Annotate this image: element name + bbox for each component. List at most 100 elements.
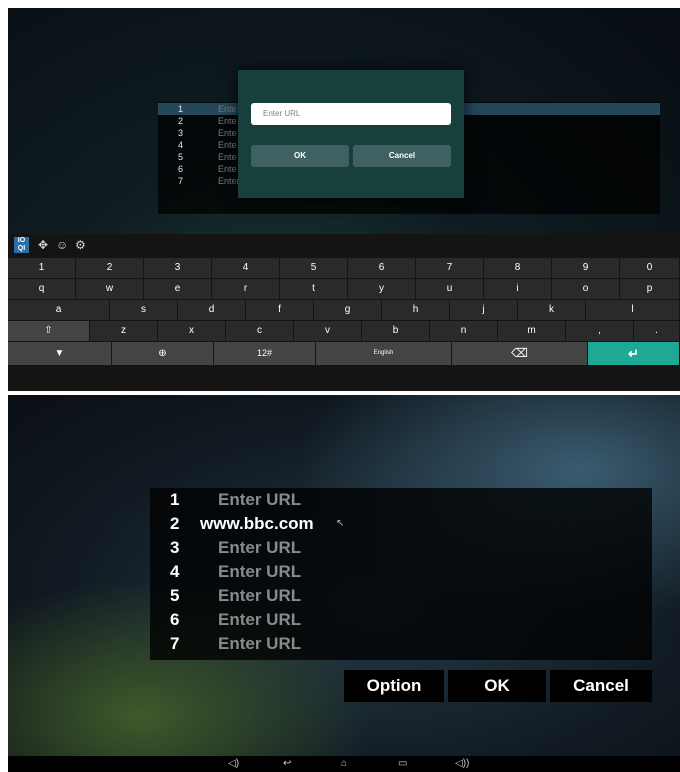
- volume-up-icon[interactable]: ◁)): [455, 757, 469, 771]
- key-3[interactable]: 3: [144, 258, 212, 278]
- keyboard-toolbar: IO QI ✥ ☺ ⚙: [8, 234, 680, 257]
- list-number: 2: [178, 116, 184, 126]
- list-text: Ente: [218, 116, 237, 126]
- back-icon[interactable]: ↩: [283, 757, 291, 771]
- list-text: Enter URL: [218, 586, 302, 605]
- key-y[interactable]: y: [348, 279, 416, 299]
- mouse-cursor-icon: ↖: [336, 518, 345, 529]
- key-f[interactable]: f: [246, 300, 314, 320]
- list-number: 4: [170, 562, 180, 581]
- list-number: 3: [170, 538, 180, 557]
- backspace-key[interactable]: ⌫: [452, 342, 588, 365]
- key-h[interactable]: h: [382, 300, 450, 320]
- list-text: Ente: [218, 128, 237, 138]
- home-icon[interactable]: ⌂: [341, 757, 347, 771]
- symbols-key[interactable]: 12#: [214, 342, 316, 365]
- dialog-cancel-button[interactable]: Cancel: [353, 145, 451, 167]
- key-6[interactable]: 6: [348, 258, 416, 278]
- key-s[interactable]: s: [110, 300, 178, 320]
- key-7[interactable]: 7: [416, 258, 484, 278]
- list-text: Ente: [218, 140, 237, 150]
- key-n[interactable]: n: [430, 321, 498, 341]
- key-m[interactable]: m: [498, 321, 566, 341]
- function-row: ▼ ⊕ 12# English ⌫ ↵: [8, 341, 680, 365]
- list-text: Ente: [218, 104, 237, 114]
- list-text: Enter URL: [218, 634, 302, 653]
- top-screenshot: 1 Ente 2 Ente 3 Ente 4 Ente 5 Ente 6 Ente 7 Ent…: [8, 8, 680, 391]
- key-r[interactable]: r: [212, 279, 280, 299]
- ok-button[interactable]: OK: [448, 670, 546, 702]
- number-row: 1 2 3 4 5 6 7 8 9 0: [8, 257, 680, 278]
- key-b[interactable]: b: [362, 321, 430, 341]
- system-navbar: ◁) ↩ ⌂ ▭ ◁)): [8, 756, 680, 772]
- list-item[interactable]: 5 Enter URL: [150, 584, 652, 608]
- shift-key[interactable]: ⇧: [8, 321, 90, 341]
- key-q[interactable]: q: [8, 279, 76, 299]
- key-a[interactable]: a: [8, 300, 110, 320]
- list-item[interactable]: 2 www.bbc.com: [150, 512, 652, 536]
- list-number: 6: [170, 610, 180, 629]
- key-4[interactable]: 4: [212, 258, 280, 278]
- backspace-icon: ⌫: [511, 346, 528, 360]
- option-button[interactable]: Option: [344, 670, 444, 702]
- shift-icon: ⇧: [44, 325, 53, 336]
- list-number: 7: [170, 634, 180, 653]
- dialog-ok-button[interactable]: OK: [251, 145, 349, 167]
- url-input[interactable]: Enter URL: [251, 103, 451, 125]
- key-period[interactable]: .: [634, 321, 680, 341]
- key-g[interactable]: g: [314, 300, 382, 320]
- cancel-button[interactable]: Cancel: [550, 670, 652, 702]
- list-number: 1: [170, 490, 180, 509]
- recents-icon[interactable]: ▭: [398, 757, 407, 771]
- list-number: 5: [170, 586, 180, 605]
- key-e[interactable]: e: [144, 279, 212, 299]
- list-number: 6: [178, 164, 184, 174]
- on-screen-keyboard: IO QI ✥ ☺ ⚙ 1 2 3 4 5 6 7 8 9 0 q w e r …: [8, 234, 680, 391]
- bottom-screenshot: 1 Enter URL 2 www.bbc.com 3 Enter URL 4 Ente…: [8, 395, 680, 772]
- key-x[interactable]: x: [158, 321, 226, 341]
- key-d[interactable]: d: [178, 300, 246, 320]
- list-item[interactable]: 7 Enter URL: [150, 632, 652, 656]
- key-l[interactable]: l: [586, 300, 680, 320]
- url-list: 1 Enter URL 2 www.bbc.com 3 Enter URL 4 Ente…: [150, 488, 652, 660]
- space-key[interactable]: English: [316, 342, 452, 365]
- key-p[interactable]: p: [620, 279, 680, 299]
- globe-key[interactable]: ⊕: [112, 342, 214, 365]
- move-icon[interactable]: ✥: [38, 238, 48, 252]
- letter-row-3: ⇧ z x c v b n m , .: [8, 320, 680, 341]
- emoji-icon[interactable]: ☺: [56, 238, 68, 252]
- list-text: Ente: [218, 152, 237, 162]
- key-w[interactable]: w: [76, 279, 144, 299]
- list-text: Enter URL: [218, 610, 302, 629]
- key-j[interactable]: j: [450, 300, 518, 320]
- key-z[interactable]: z: [90, 321, 158, 341]
- key-5[interactable]: 5: [280, 258, 348, 278]
- key-0[interactable]: 0: [620, 258, 680, 278]
- list-item[interactable]: 4 Enter URL: [150, 560, 652, 584]
- key-comma[interactable]: ,: [566, 321, 634, 341]
- volume-down-icon[interactable]: ◁): [228, 757, 239, 771]
- key-1[interactable]: 1: [8, 258, 76, 278]
- hide-keyboard-key[interactable]: ▼: [8, 342, 112, 365]
- list-item[interactable]: 3 Enter URL: [150, 536, 652, 560]
- list-item[interactable]: 1 Enter URL: [150, 488, 652, 512]
- key-9[interactable]: 9: [552, 258, 620, 278]
- key-u[interactable]: u: [416, 279, 484, 299]
- list-number: 1: [178, 104, 184, 114]
- key-2[interactable]: 2: [76, 258, 144, 278]
- key-v[interactable]: v: [294, 321, 362, 341]
- key-8[interactable]: 8: [484, 258, 552, 278]
- enter-key[interactable]: ↵: [588, 342, 680, 365]
- key-o[interactable]: o: [552, 279, 620, 299]
- list-text: Ente: [218, 164, 237, 174]
- list-number: 5: [178, 152, 184, 162]
- list-item[interactable]: 6 Enter URL: [150, 608, 652, 632]
- key-i[interactable]: i: [484, 279, 552, 299]
- language-icon[interactable]: IO QI: [14, 237, 29, 253]
- key-k[interactable]: k: [518, 300, 586, 320]
- list-number: 4: [178, 140, 184, 150]
- list-text: Enter URL: [218, 538, 302, 557]
- key-c[interactable]: c: [226, 321, 294, 341]
- settings-icon[interactable]: ⚙: [75, 238, 86, 252]
- key-t[interactable]: t: [280, 279, 348, 299]
